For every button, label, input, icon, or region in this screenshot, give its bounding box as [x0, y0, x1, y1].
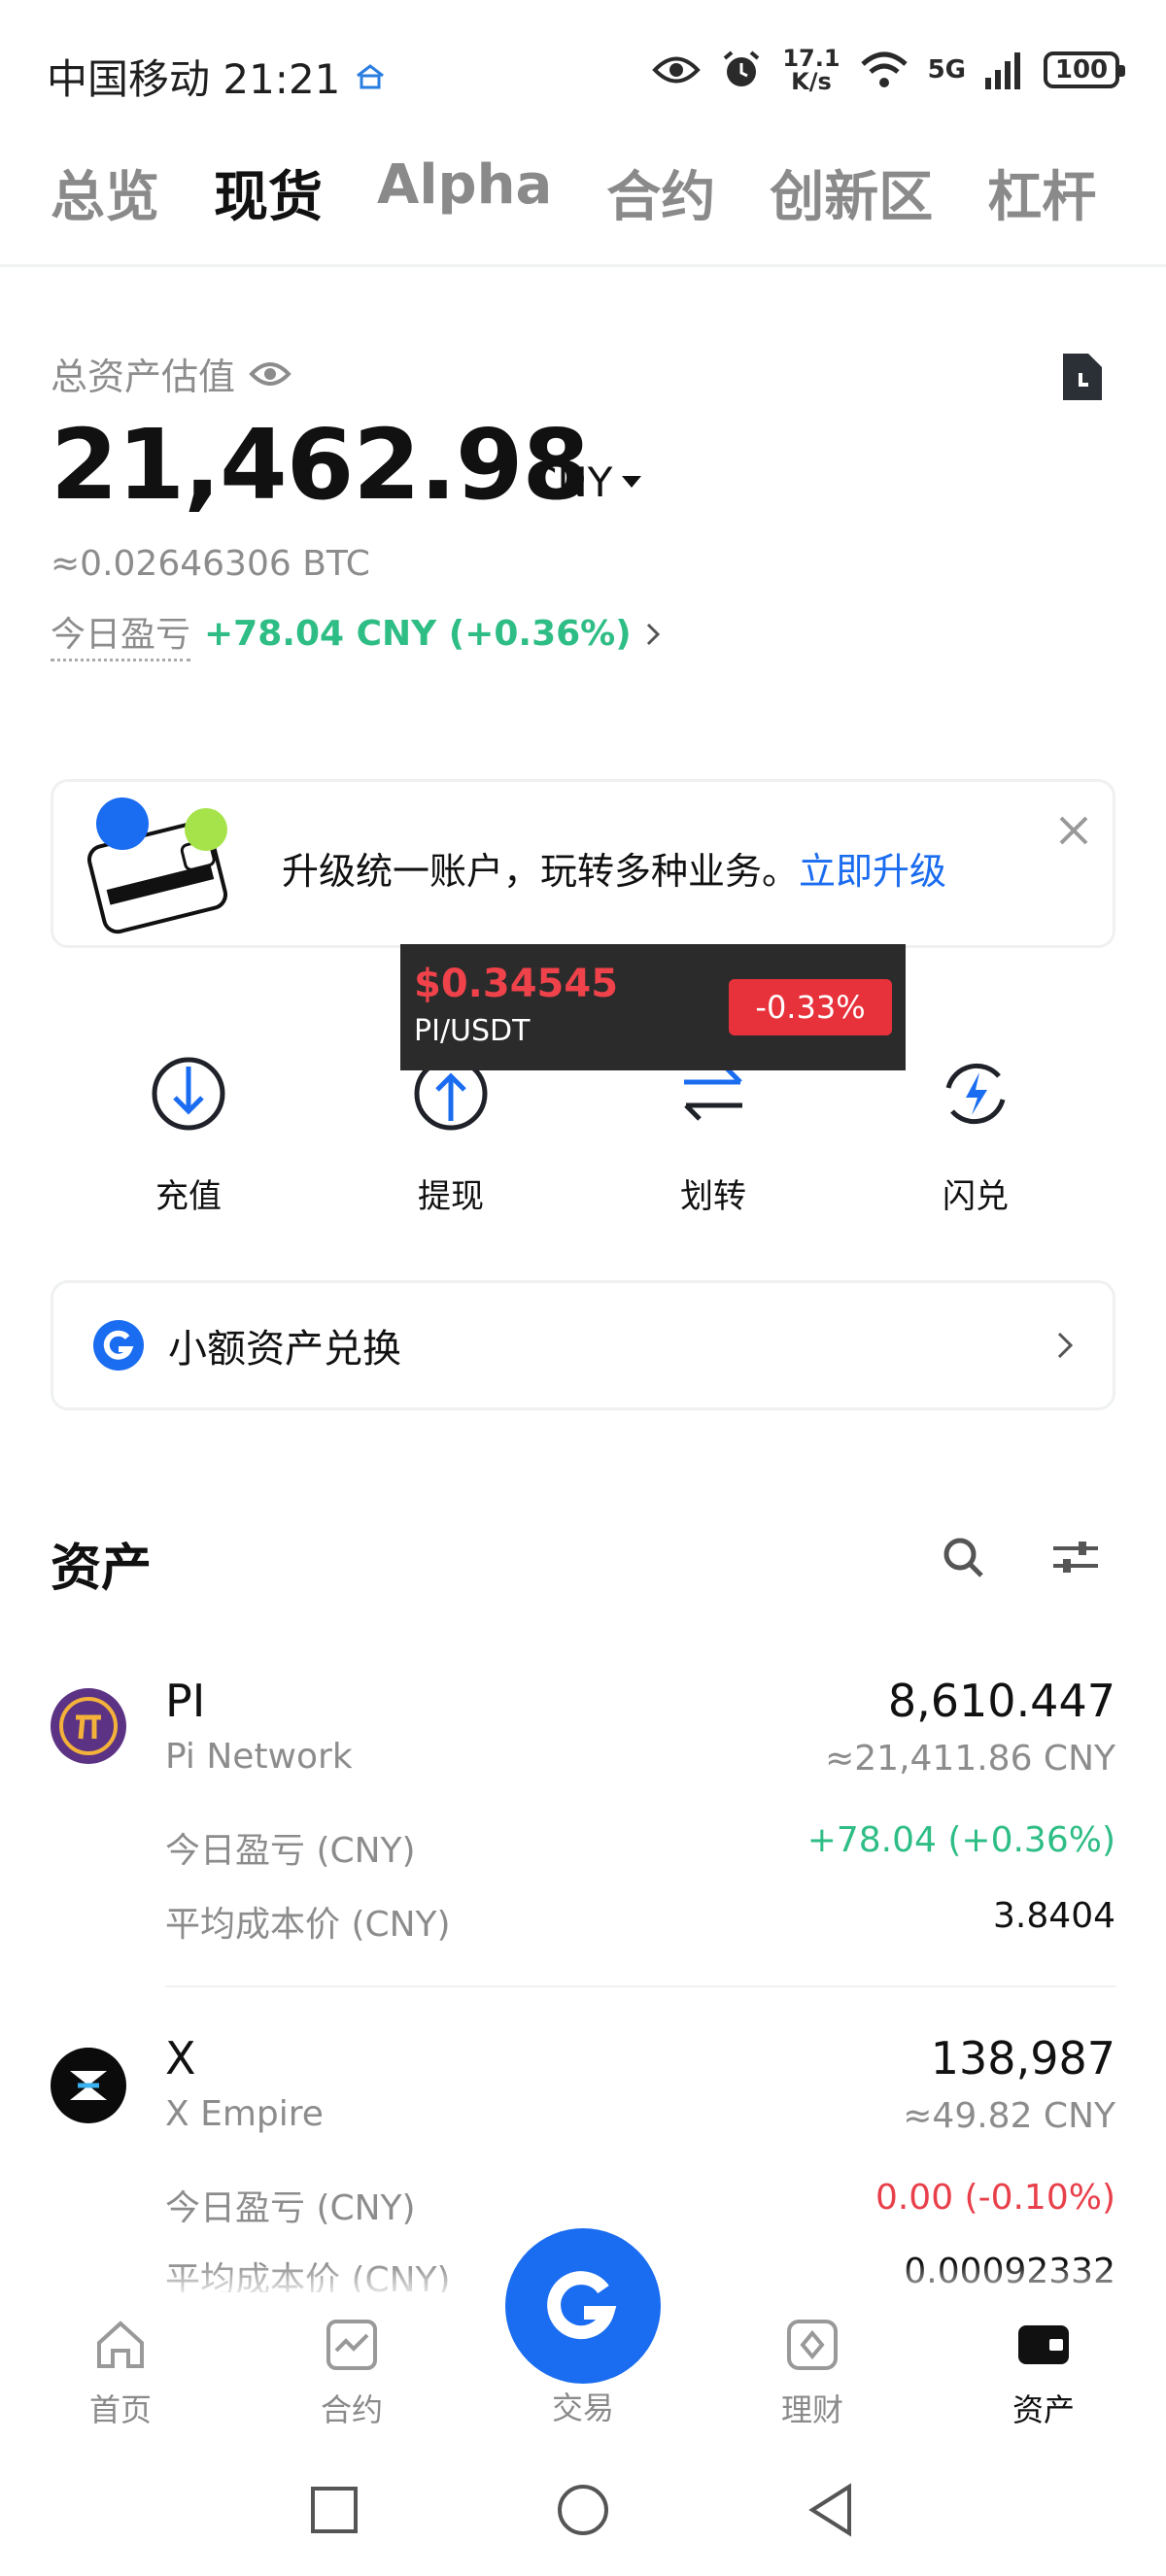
home-icon [97, 2321, 144, 2368]
currency-selector[interactable]: CNY [529, 458, 642, 506]
carrier-time-text: 中国移动 21:21 [47, 55, 341, 103]
flash-swap-label: 闪兑 [943, 1177, 1009, 1216]
total-asset-value: 21,462.98 [51, 408, 590, 522]
total-asset-label: 总资产估值 [51, 347, 292, 400]
eye-toggle-icon[interactable] [249, 359, 292, 389]
asset-cny-value: ≈49.82 CNY [903, 2096, 1115, 2136]
exchange-logo-icon [93, 1320, 144, 1371]
pi-coin-icon [51, 1688, 126, 1764]
asset-tabs: 总览 现货 Alpha 合约 创新区 杠杆 [51, 153, 1096, 232]
nav-assets-label: 资产 [1012, 2391, 1075, 2428]
asset-cost-value: 3.8404 [993, 1896, 1115, 1936]
filter-settings-icon[interactable] [1051, 1537, 1100, 1577]
asset-pnl-value: 0.00 (-0.10%) [874, 2178, 1115, 2218]
tabs-divider [0, 264, 1166, 267]
asset-symbol: PI [165, 1675, 206, 1727]
wifi-icon [860, 51, 908, 87]
tooltip-price: $0.34545 [414, 962, 619, 1006]
battery-level: 100 [1054, 55, 1109, 85]
recent-apps-icon[interactable] [309, 2485, 360, 2535]
caret-down-icon [622, 475, 642, 488]
currency-label: CNY [529, 458, 613, 506]
nav-contract[interactable]: 合约 [274, 2316, 429, 2430]
eye-icon [652, 56, 702, 84]
nav-home[interactable]: 首页 [43, 2316, 198, 2430]
x-empire-coin-icon [51, 2048, 126, 2123]
nav-finance[interactable]: 理财 [735, 2316, 890, 2430]
tab-margin[interactable]: 杠杆 [987, 153, 1096, 232]
deposit-icon [152, 1057, 225, 1131]
home-network-icon [357, 63, 385, 88]
tooltip-change-badge: -0.33% [729, 979, 892, 1035]
today-pnl[interactable]: 今日盈亏 +78.04 CNY (+0.36%) [51, 606, 661, 661]
tooltip-change-value: -0.33% [755, 989, 866, 1026]
btc-equivalent: ≈0.02646306 BTC [51, 544, 370, 584]
transfer-label: 划转 [680, 1177, 746, 1216]
nav-assets[interactable]: 资产 [966, 2316, 1121, 2430]
network-type: 5G [927, 55, 966, 85]
tab-overview[interactable]: 总览 [51, 153, 159, 232]
search-icon[interactable] [941, 1535, 985, 1579]
nav-trade-label: 交易 [551, 2390, 614, 2426]
status-icons: 17.1 K/s 5G 100 [652, 47, 1125, 93]
asset-amount: 138,987 [930, 2032, 1115, 2085]
trade-logo-icon [547, 2271, 617, 2340]
tooltip-pair: PI/USDT [414, 1014, 531, 1048]
total-asset-label-text: 总资产估值 [51, 356, 236, 398]
battery-icon: 100 [1044, 51, 1125, 88]
asset-symbol: X [165, 2032, 196, 2085]
net-speed-value: 17.1 [782, 45, 840, 72]
upgrade-banner-message: 升级统一账户，玩转多种业务。 [282, 850, 800, 893]
trade-button[interactable] [505, 2228, 661, 2384]
signal-icon [985, 52, 1020, 89]
assets-section-title: 资产 [51, 1540, 153, 1598]
deposit-label: 充值 [155, 1177, 222, 1216]
chevron-right-icon [646, 623, 660, 645]
nav-home-label: 首页 [88, 2391, 152, 2428]
nav-trade[interactable]: 交易 [505, 2384, 661, 2428]
asset-name: Pi Network [165, 1737, 353, 1777]
home-circle-icon[interactable] [556, 2483, 610, 2537]
flash-swap-button[interactable]: 闪兑 [878, 1055, 1073, 1217]
back-icon[interactable] [806, 2483, 855, 2537]
asset-cost-label: 平均成本价 (CNY) [165, 1905, 451, 1945]
history-record-icon[interactable] [1059, 350, 1106, 404]
deposit-button[interactable]: 充值 [91, 1055, 286, 1217]
status-carrier-time: 中国移动 21:21 [47, 47, 387, 106]
upgrade-banner-text: 升级统一账户，玩转多种业务。立即升级 [282, 841, 946, 895]
alarm-icon [724, 51, 760, 86]
today-pnl-label: 今日盈亏 [51, 606, 191, 661]
tab-alpha[interactable]: Alpha [377, 153, 552, 232]
asset-pnl-value: +78.04 (+0.36%) [806, 1820, 1115, 1860]
chevron-right-icon [1057, 1332, 1074, 1359]
asset-row-divider [165, 1985, 1115, 1987]
asset-pnl-label: 今日盈亏 (CNY) [165, 2188, 416, 2228]
net-speed: 17.1 K/s [782, 47, 840, 93]
asset-name: X Empire [165, 2094, 324, 2134]
withdraw-label: 提现 [418, 1177, 484, 1216]
transfer-button[interactable]: 划转 [616, 1055, 810, 1217]
asset-amount: 8,610.447 [887, 1675, 1115, 1727]
finance-icon [787, 2320, 838, 2370]
asset-pnl-label: 今日盈亏 (CNY) [165, 1831, 416, 1871]
wallet-illustration-icon [86, 797, 228, 934]
asset-cny-value: ≈21,411.86 CNY [825, 1739, 1115, 1779]
nav-contract-label: 合约 [320, 2391, 383, 2428]
upgrade-now-link[interactable]: 立即升级 [799, 850, 946, 893]
tab-innovation[interactable]: 创新区 [770, 153, 933, 232]
withdraw-button[interactable]: 提现 [354, 1055, 548, 1217]
small-asset-exchange-label: 小额资产兑换 [168, 1327, 401, 1372]
contract-icon [326, 2320, 377, 2370]
tab-futures[interactable]: 合约 [606, 153, 715, 232]
today-pnl-value: +78.04 CNY (+0.36%) [204, 614, 632, 654]
small-asset-exchange[interactable]: 小额资产兑换 [51, 1280, 1115, 1410]
close-icon[interactable] [1057, 814, 1090, 847]
wallet-icon [1018, 2325, 1069, 2364]
nav-finance-label: 理财 [780, 2391, 843, 2428]
tab-spot[interactable]: 现货 [214, 153, 323, 232]
flash-swap-icon [945, 1063, 1006, 1125]
net-speed-unit: K/s [791, 68, 832, 95]
